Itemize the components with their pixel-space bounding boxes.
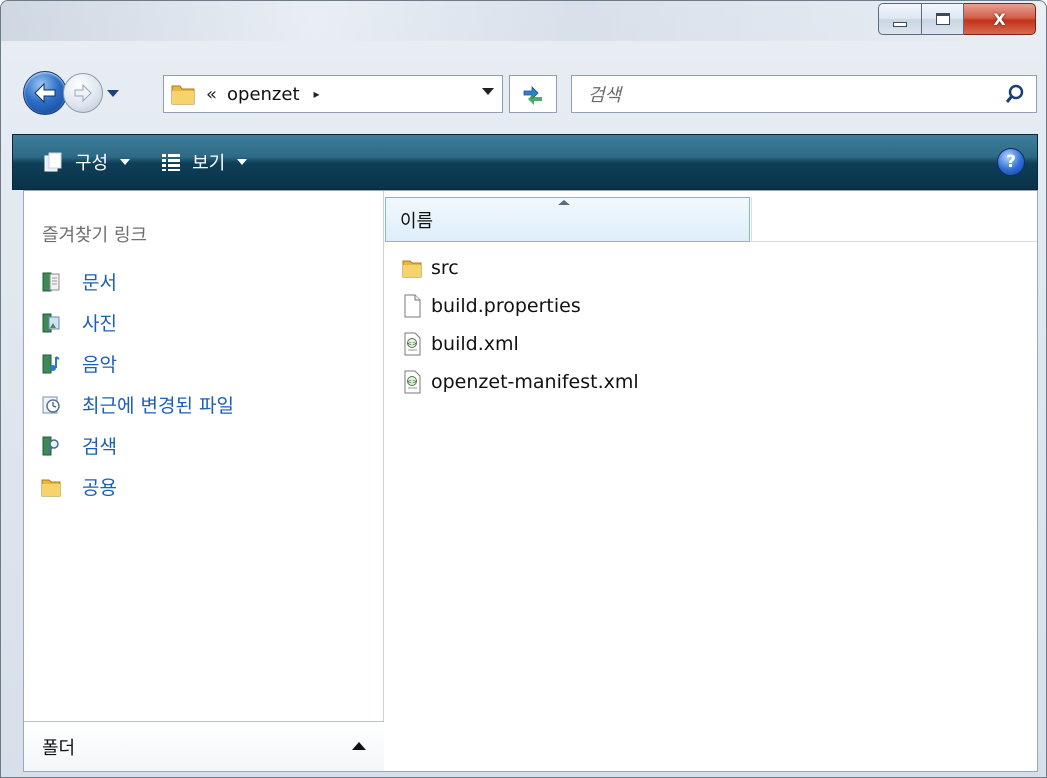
column-header-name[interactable]: 이름 [385,197,750,242]
list-item[interactable]: src [401,249,639,287]
svg-text:<>: <> [407,341,417,348]
back-arrow-icon [34,82,56,104]
content-area: 즐겨찾기 링크 문서 사진 음악 최근에 변경된 파일 검색 공용 폴더 이름 … [23,190,1038,772]
folders-label: 폴더 [42,737,76,759]
search-box[interactable]: 검색 [571,75,1037,113]
refresh-icon [523,86,542,105]
close-icon: X [993,9,1006,29]
xml-file-icon: <> [401,332,423,356]
column-header-name-label: 이름 [400,210,434,232]
breadcrumb-arrow[interactable]: ▸ [314,87,320,101]
sidebar-item-music[interactable]: 음악 [24,343,384,384]
sidebar-item-searches[interactable]: 검색 [24,425,384,466]
sidebar-item-documents[interactable]: 문서 [24,261,384,302]
maximize-button[interactable] [922,3,964,35]
organize-dropdown-arrow [120,159,131,165]
file-name: build.xml [431,333,519,355]
folders-toggle[interactable]: 폴더 [24,721,384,771]
views-icon [162,154,181,171]
documents-icon [40,271,62,293]
folder-icon [171,85,195,105]
list-item[interactable]: build.properties [401,287,639,325]
maximize-icon [935,13,950,25]
public-folder-icon [40,476,62,498]
sidebar-item-label: 문서 [82,272,117,294]
recent-files-icon [40,394,62,416]
breadcrumb-openzet[interactable]: openzet [227,84,300,105]
sidebar-item-label: 공용 [82,477,117,499]
forward-button[interactable] [63,73,103,113]
search-input[interactable]: 검색 [588,81,621,107]
file-name: build.properties [431,295,581,317]
minimize-icon [893,21,907,27]
searches-icon [40,435,62,457]
refresh-button[interactable] [509,75,557,113]
sidebar-item-recent-files[interactable]: 최근에 변경된 파일 [24,384,384,425]
views-menu[interactable]: 보기 [160,142,248,182]
blank-file-icon [401,294,423,318]
explorer-window: X « openzet ▸ 검색 구성 보기 ? 즐겨찾기 링크 문서 사진 음… [0,0,1047,778]
back-button[interactable] [23,71,67,115]
views-label: 보기 [192,153,226,174]
folder-icon [401,256,423,280]
sort-ascending-icon [558,200,570,205]
list-item[interactable]: <> openzet-manifest.xml [401,363,639,401]
file-name: src [431,257,459,279]
help-button[interactable]: ? [997,148,1025,176]
column-header-empty [751,197,1037,242]
caption-buttons: X [878,3,1036,35]
search-icon[interactable] [1004,83,1026,105]
chevron-up-icon [352,742,366,750]
file-list-pane: 이름 src build.properties <> build.xml <> … [385,191,1037,771]
sidebar-item-pictures[interactable]: 사진 [24,302,384,343]
sidebar-item-label: 음악 [82,354,117,376]
sidebar-item-label: 검색 [82,436,117,458]
organize-label: 구성 [75,153,109,174]
svg-text:<>: <> [407,379,417,386]
views-dropdown-arrow [237,159,248,165]
sidebar-item-public[interactable]: 공용 [24,466,384,507]
favorite-links-list: 문서 사진 음악 최근에 변경된 파일 검색 공용 [24,261,384,507]
list-item[interactable]: <> build.xml [401,325,639,363]
help-icon: ? [1006,152,1016,172]
minimize-button[interactable] [878,3,922,35]
organize-icon [44,152,62,172]
favorite-links-title: 즐겨찾기 링크 [42,225,148,246]
sidebar-item-label: 최근에 변경된 파일 [82,395,234,417]
command-bar: 구성 보기 ? [12,134,1038,190]
forward-arrow-icon [74,83,92,103]
address-dropdown-arrow[interactable] [482,88,494,95]
organize-menu[interactable]: 구성 [43,142,131,182]
pictures-icon [40,312,62,334]
recent-pages-dropdown[interactable] [107,89,119,97]
file-name: openzet-manifest.xml [431,371,639,393]
address-bar[interactable]: « openzet ▸ [163,75,503,113]
close-button[interactable]: X [964,3,1036,35]
xml-file-icon: <> [401,370,423,394]
file-list: src build.properties <> build.xml <> ope… [401,249,639,401]
column-header-row: 이름 [385,197,1037,242]
navigation-buttons [23,71,119,115]
navigation-pane: 즐겨찾기 링크 문서 사진 음악 최근에 변경된 파일 검색 공용 폴더 [24,191,384,771]
breadcrumb-overflow[interactable]: « [206,84,217,105]
music-icon [40,353,62,375]
sidebar-item-label: 사진 [82,313,117,335]
